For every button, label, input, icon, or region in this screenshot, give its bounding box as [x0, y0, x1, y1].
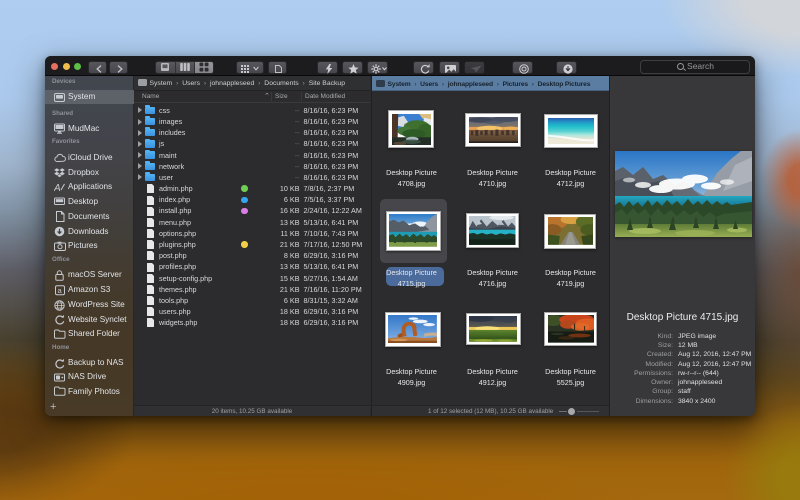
svg-text:A: A [54, 183, 61, 193]
svg-text:a: a [57, 286, 62, 295]
